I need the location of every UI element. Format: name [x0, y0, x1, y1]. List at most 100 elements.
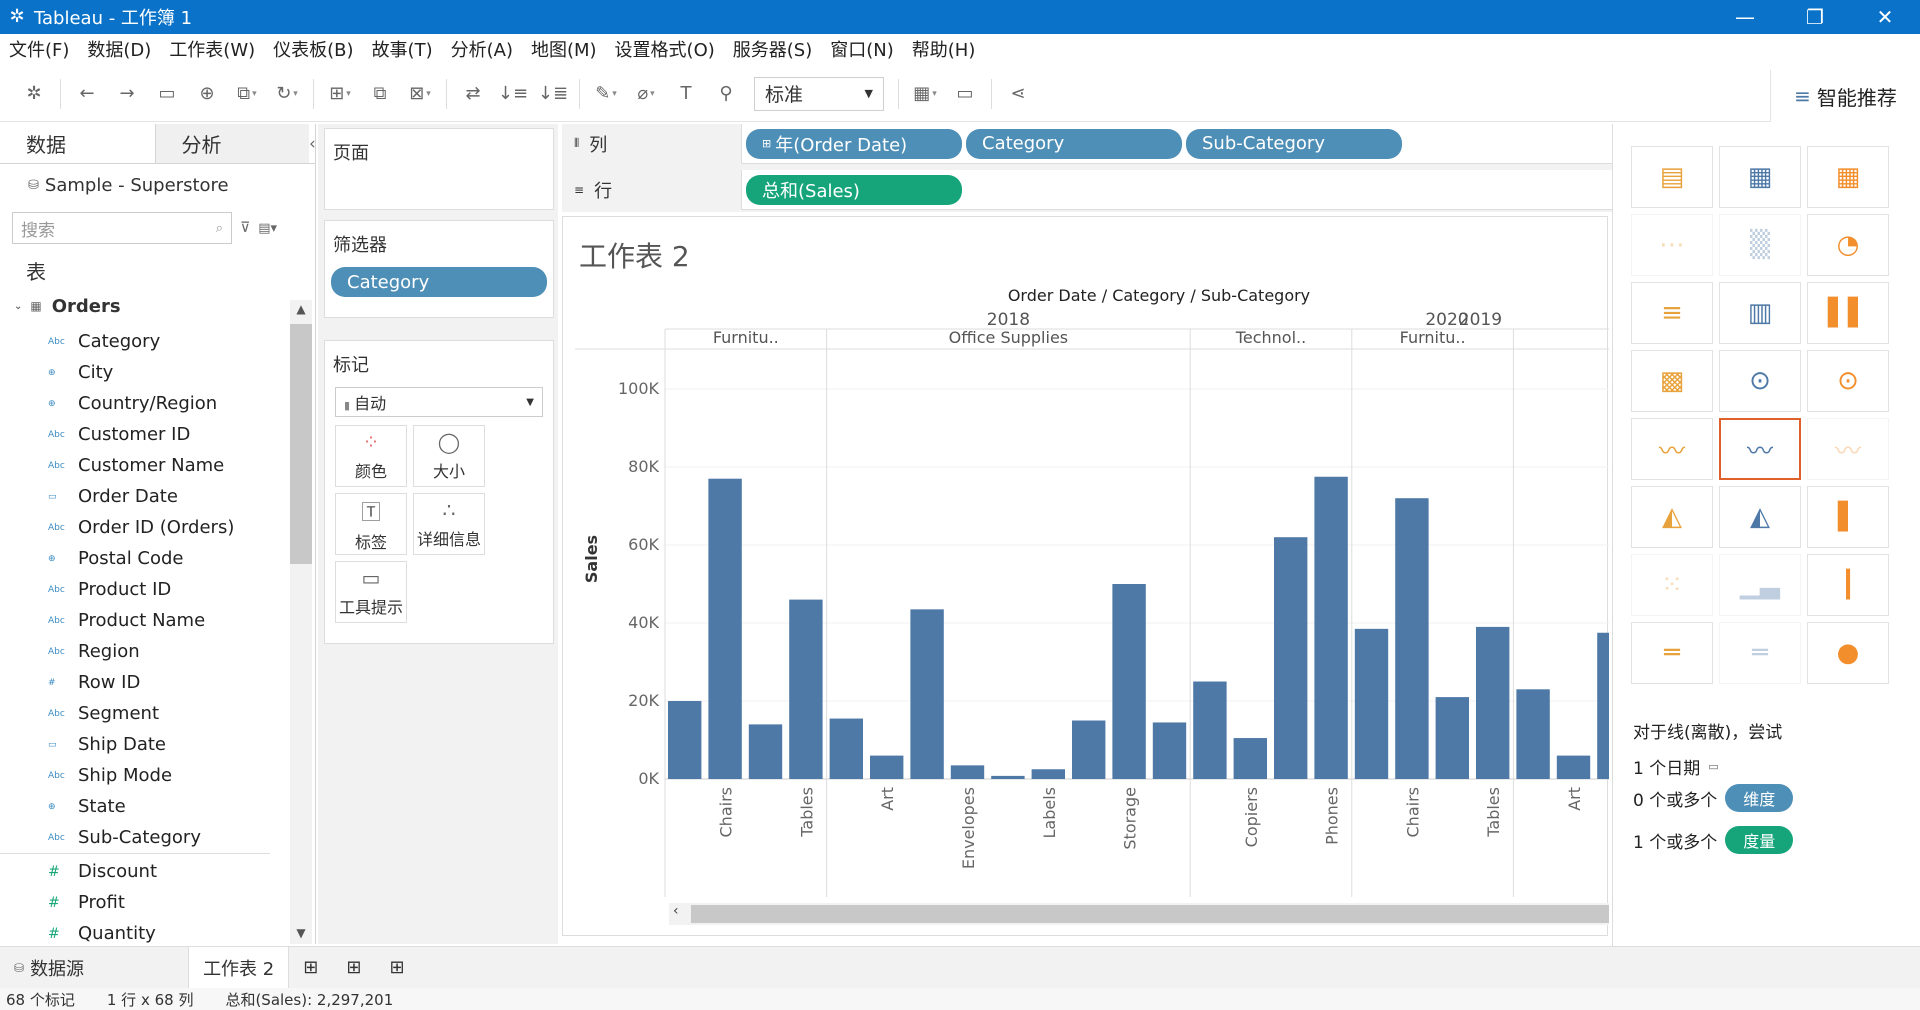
- redo-icon[interactable]: →: [107, 74, 147, 114]
- field-row-id[interactable]: # Row ID: [0, 667, 290, 698]
- labels-icon[interactable]: T: [666, 74, 706, 114]
- chart-type-highlight-table[interactable]: ▦: [1807, 146, 1889, 208]
- field-state[interactable]: ⊕ State: [0, 791, 290, 822]
- scroll-left-icon[interactable]: ‹: [673, 903, 679, 919]
- minimize-button[interactable]: —: [1710, 0, 1780, 34]
- menu-story[interactable]: 故事(T): [363, 36, 442, 62]
- row-pill-sales[interactable]: 总和(Sales): [746, 174, 962, 205]
- bar[interactable]: [1435, 697, 1469, 779]
- scroll-thumb[interactable]: [290, 324, 312, 564]
- bar[interactable]: [748, 724, 783, 779]
- chart-type-packed-bubbles[interactable]: ●: [1807, 622, 1889, 684]
- pause-updates-icon[interactable]: ⧉ ▾: [227, 74, 267, 114]
- table-orders[interactable]: ⌄ ▦ Orders: [0, 290, 315, 322]
- swap-icon[interactable]: ⇄: [453, 74, 493, 114]
- field-region[interactable]: Abc Region: [0, 636, 290, 667]
- chart-type-circle-views[interactable]: ⊙: [1719, 350, 1801, 412]
- chart-hscrollbar[interactable]: ‹: [669, 903, 1609, 925]
- bar[interactable]: [1233, 738, 1267, 779]
- clear-sheet-icon[interactable]: ⊠ ▾: [400, 74, 440, 114]
- chart-type-gantt[interactable]: ═: [1631, 622, 1713, 684]
- columns-shelf[interactable]: ⦀ 列 ⊞ 年(Order Date) Category Sub-Category: [562, 123, 1612, 164]
- bar[interactable]: [1556, 755, 1591, 779]
- refresh-icon[interactable]: ↻ ▾: [267, 74, 307, 114]
- chart-type-horizontal-bars[interactable]: ≡: [1631, 282, 1713, 344]
- column-pill-subcategory[interactable]: Sub-Category: [1186, 128, 1402, 159]
- bar[interactable]: [910, 609, 944, 779]
- menu-map[interactable]: 地图(M): [522, 36, 606, 62]
- tab-data[interactable]: 数据: [0, 124, 155, 163]
- column-pill-category[interactable]: Category: [966, 128, 1182, 159]
- presentation-icon[interactable]: ▭: [945, 74, 985, 114]
- rows-shelf[interactable]: ≡ 行 总和(Sales): [562, 169, 1612, 210]
- chart-type-text-table[interactable]: ▤: [1631, 146, 1713, 208]
- tab-sheet-2[interactable]: 工作表 2: [188, 946, 290, 989]
- bar[interactable]: [1072, 720, 1106, 780]
- menu-worksheet[interactable]: 工作表(W): [160, 36, 264, 62]
- bar[interactable]: [668, 701, 702, 779]
- field-segment[interactable]: Abc Segment: [0, 698, 290, 729]
- detail-button[interactable]: ∴ 详细信息: [413, 493, 485, 555]
- field-list-scrollbar[interactable]: ▲ ▼: [290, 300, 312, 944]
- chart-type-side-by-side-circles[interactable]: ⊙: [1807, 350, 1889, 412]
- new-dashboard-icon[interactable]: ⊞: [332, 947, 375, 989]
- menu-format[interactable]: 设置格式(O): [606, 36, 724, 62]
- field-ship-mode[interactable]: Abc Ship Mode: [0, 760, 290, 791]
- bar[interactable]: [1516, 689, 1550, 779]
- restore-button[interactable]: ❐: [1780, 0, 1850, 34]
- datasource-item[interactable]: ⛁ Sample - Superstore: [0, 164, 315, 206]
- field-postal-code[interactable]: ⊕ Postal Code: [0, 543, 290, 574]
- chart-type-line-discrete[interactable]: 〰: [1719, 418, 1801, 480]
- menu-data[interactable]: 数据(D): [78, 36, 160, 62]
- bar[interactable]: [1112, 584, 1146, 779]
- bar[interactable]: [1274, 537, 1308, 779]
- bar-chart[interactable]: Order Date / Category / Sub-Category 0K 20…: [563, 217, 1609, 897]
- bar[interactable]: [1314, 476, 1348, 779]
- bar[interactable]: [991, 775, 1025, 779]
- tab-analysis[interactable]: 分析: [154, 124, 309, 163]
- new-worksheet-icon[interactable]: ⊞ ▾: [320, 74, 360, 114]
- field-ship-date[interactable]: ▭ Ship Date: [0, 729, 290, 760]
- sort-ascending-icon[interactable]: ↓≡: [493, 74, 533, 114]
- show-cards-icon[interactable]: ▦ ▾: [905, 74, 945, 114]
- chart-type-filled-map[interactable]: ▒: [1719, 214, 1801, 276]
- chart-type-dual-lines[interactable]: 〰: [1807, 418, 1889, 480]
- bar[interactable]: [708, 478, 742, 779]
- mark-type-select[interactable]: ▮ 自动 ▼: [335, 387, 543, 417]
- sort-descending-icon[interactable]: ↓≣: [533, 74, 573, 114]
- chart-type-treemap[interactable]: ▩: [1631, 350, 1713, 412]
- field-customer-id[interactable]: Abc Customer ID: [0, 419, 290, 450]
- close-button[interactable]: ✕: [1850, 0, 1920, 34]
- filter-icon[interactable]: ⊽: [240, 220, 250, 236]
- scroll-up-icon[interactable]: ▲: [290, 302, 312, 316]
- undo-icon[interactable]: ←: [67, 74, 107, 114]
- group-icon[interactable]: ⌀ ▾: [626, 74, 666, 114]
- new-datasource-icon[interactable]: ⊕: [187, 74, 227, 114]
- column-pill-year[interactable]: ⊞ 年(Order Date): [746, 128, 962, 159]
- menu-dashboard[interactable]: 仪表板(B): [264, 36, 362, 62]
- filter-pill-category[interactable]: Category: [331, 267, 547, 297]
- scroll-down-icon[interactable]: ▼: [290, 926, 312, 940]
- bar[interactable]: [1152, 722, 1187, 779]
- color-button[interactable]: ⁘ 颜色: [335, 425, 407, 487]
- field-quantity[interactable]: # Quantity: [0, 918, 290, 949]
- search-input[interactable]: 搜索 ⌕: [12, 212, 232, 244]
- field-profit[interactable]: # Profit: [0, 887, 290, 918]
- tableau-home-icon[interactable]: ✲: [14, 74, 54, 114]
- datasource-tab[interactable]: ⛁ 数据源: [0, 947, 98, 989]
- field-order-date[interactable]: ▭ Order Date: [0, 481, 290, 512]
- scroll-thumb[interactable]: [691, 905, 1609, 923]
- label-button[interactable]: 🅃 标签: [335, 493, 407, 555]
- bar[interactable]: [829, 718, 863, 779]
- tooltip-button[interactable]: ▭ 工具提示: [335, 561, 407, 623]
- chart-type-line-continuous[interactable]: 〰: [1631, 418, 1713, 480]
- menu-analysis[interactable]: 分析(A): [442, 36, 522, 62]
- highlight-icon[interactable]: ✎ ▾: [586, 74, 626, 114]
- collapse-icon[interactable]: ‹: [309, 124, 316, 163]
- field-country-region[interactable]: ⊕ Country/Region: [0, 388, 290, 419]
- chart-type-area-continuous[interactable]: ◭: [1631, 486, 1713, 548]
- menu-server[interactable]: 服务器(S): [724, 36, 821, 62]
- bar[interactable]: [870, 755, 904, 779]
- menu-help[interactable]: 帮助(H): [903, 36, 985, 62]
- field-discount[interactable]: # Discount: [0, 856, 290, 887]
